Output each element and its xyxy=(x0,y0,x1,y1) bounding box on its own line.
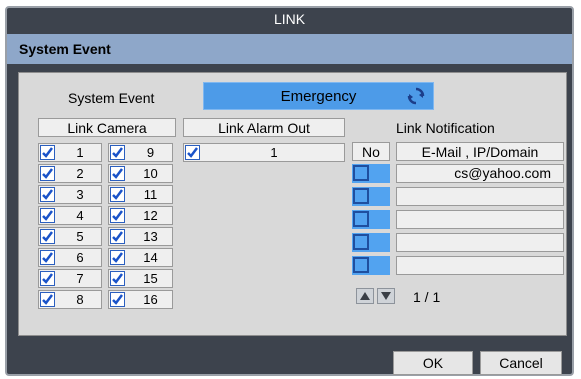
camera-number: 1 xyxy=(76,145,84,160)
camera-checkbox[interactable] xyxy=(110,271,125,286)
link-alarm-out-header: Link Alarm Out xyxy=(183,118,345,137)
camera-number: 15 xyxy=(143,271,158,286)
camera-row: 15 xyxy=(108,269,173,288)
camera-number: 10 xyxy=(143,166,158,181)
camera-row: 9 xyxy=(108,143,173,162)
camera-checkbox[interactable] xyxy=(110,250,125,265)
checkbox-icon xyxy=(353,257,369,273)
camera-number: 16 xyxy=(143,292,158,307)
system-event-select[interactable]: Emergency xyxy=(203,82,434,110)
camera-checkbox[interactable] xyxy=(110,166,125,181)
camera-number: 7 xyxy=(76,271,84,286)
camera-row: 2 xyxy=(38,164,102,183)
notification-email-field[interactable] xyxy=(396,210,564,229)
camera-row: 1 xyxy=(38,143,102,162)
notification-email-header: E-Mail , IP/Domain xyxy=(396,142,564,161)
camera-row: 16 xyxy=(108,290,173,309)
checkbox-icon xyxy=(353,188,369,204)
camera-number: 14 xyxy=(143,250,158,265)
section-title: System Event xyxy=(7,34,572,64)
up-arrow-icon xyxy=(360,292,370,300)
checkbox-icon xyxy=(353,211,369,227)
camera-number: 4 xyxy=(76,208,84,223)
camera-row: 12 xyxy=(108,206,173,225)
link-camera-header: Link Camera xyxy=(38,118,176,137)
cancel-button[interactable]: Cancel xyxy=(480,351,562,375)
camera-row: 14 xyxy=(108,248,173,267)
notification-no-header: No xyxy=(352,142,390,161)
camera-row: 13 xyxy=(108,227,173,246)
camera-number: 5 xyxy=(76,229,84,244)
sync-icon xyxy=(407,87,425,105)
system-event-value: Emergency xyxy=(280,88,357,105)
camera-checkbox[interactable] xyxy=(110,208,125,223)
camera-checkbox[interactable] xyxy=(110,145,125,160)
camera-row: 1 xyxy=(183,143,345,162)
camera-number: 6 xyxy=(76,250,84,265)
camera-checkbox[interactable] xyxy=(40,250,55,265)
camera-number: 9 xyxy=(146,145,155,160)
notification-checkbox[interactable] xyxy=(352,256,390,275)
notification-email-field[interactable] xyxy=(396,256,564,275)
notification-checkbox[interactable] xyxy=(352,187,390,206)
notification-checkbox[interactable] xyxy=(352,164,390,183)
camera-checkbox[interactable] xyxy=(40,208,55,223)
window-title: LINK xyxy=(273,11,306,27)
down-arrow-icon xyxy=(381,292,391,300)
ok-button[interactable]: OK xyxy=(393,351,473,375)
camera-checkbox[interactable] xyxy=(40,166,55,181)
camera-checkbox[interactable] xyxy=(110,187,125,202)
checkbox-icon xyxy=(353,234,369,250)
camera-checkbox[interactable] xyxy=(40,187,55,202)
page-up-button[interactable] xyxy=(356,288,374,304)
camera-row: 10 xyxy=(108,164,173,183)
camera-checkbox[interactable] xyxy=(40,145,55,160)
camera-row: 8 xyxy=(38,290,102,309)
camera-row: 6 xyxy=(38,248,102,267)
checkbox-icon xyxy=(353,165,369,181)
camera-row: 5 xyxy=(38,227,102,246)
page-down-button[interactable] xyxy=(377,288,395,304)
link-notification-header: Link Notification xyxy=(396,120,495,136)
camera-row: 11 xyxy=(108,185,173,204)
camera-number: 2 xyxy=(76,166,84,181)
camera-row: 7 xyxy=(38,269,102,288)
camera-checkbox[interactable] xyxy=(110,292,125,307)
notification-email-field[interactable] xyxy=(396,233,564,252)
page-indicator: 1 / 1 xyxy=(413,289,441,305)
notification-email-field[interactable]: cs@yahoo.com xyxy=(396,164,564,183)
camera-number: 11 xyxy=(143,187,158,202)
notification-checkbox[interactable] xyxy=(352,210,390,229)
notification-email-field[interactable] xyxy=(396,187,564,206)
camera-number: 3 xyxy=(76,187,84,202)
camera-number: 12 xyxy=(143,208,158,223)
camera-checkbox[interactable] xyxy=(40,229,55,244)
camera-checkbox[interactable] xyxy=(40,271,55,286)
camera-checkbox[interactable] xyxy=(110,229,125,244)
camera-number: 8 xyxy=(76,292,84,307)
camera-number: 13 xyxy=(143,229,158,244)
camera-checkbox[interactable] xyxy=(40,292,55,307)
notification-checkbox[interactable] xyxy=(352,233,390,252)
camera-checkbox[interactable] xyxy=(185,145,200,160)
camera-row: 4 xyxy=(38,206,102,225)
system-event-label: System Event xyxy=(68,90,155,106)
camera-row: 3 xyxy=(38,185,102,204)
camera-number: 1 xyxy=(270,145,278,160)
